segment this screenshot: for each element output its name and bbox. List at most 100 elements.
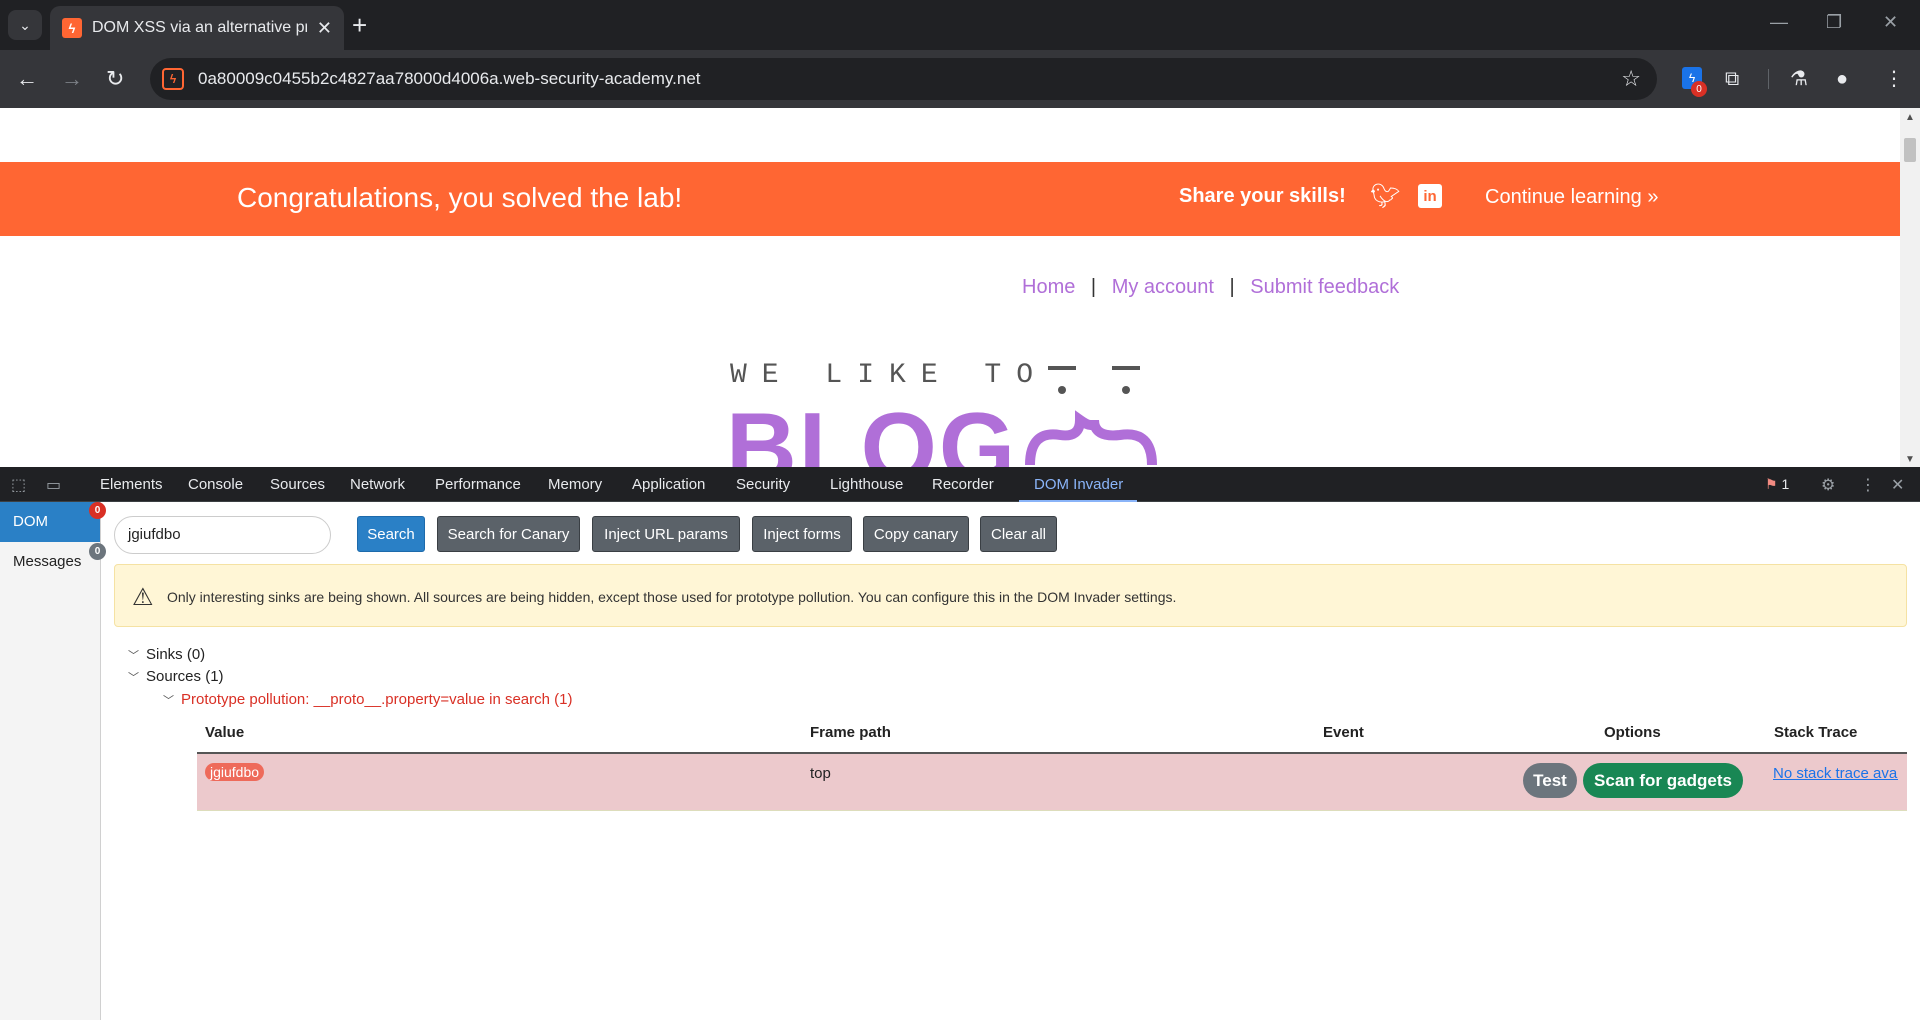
inject-forms-button[interactable]: Inject forms <box>752 516 852 552</box>
search-for-canary-button[interactable]: Search for Canary <box>437 516 580 552</box>
devtools-tab-network[interactable]: Network <box>350 476 405 493</box>
canary-value-pill: jgiufdbo <box>205 763 265 781</box>
tree-node-sources[interactable]: ﹀ Sources (1) <box>128 668 224 685</box>
devtools-menu-icon[interactable]: ⋮ <box>1860 475 1876 495</box>
tree-label: Sources (1) <box>146 668 224 685</box>
stack-trace-link[interactable]: No stack trace available <box>1773 765 1898 782</box>
site-info-icon[interactable]: ϟ <box>162 68 184 90</box>
canary-search-input[interactable]: jgiufdbo <box>114 516 331 554</box>
close-window-icon[interactable]: ✕ <box>1883 12 1898 33</box>
blog-logo-text: BLOG <box>726 392 1018 467</box>
browser-tab-active[interactable]: ϟ DOM XSS via an alternative prototype p… <box>50 6 344 50</box>
reload-icon[interactable]: ↻ <box>106 65 124 93</box>
continue-learning-link[interactable]: Continue learning » <box>1485 186 1658 209</box>
devtools-tab-lighthouse[interactable]: Lighthouse <box>830 476 903 493</box>
back-arrow-icon[interactable]: ← <box>16 65 38 93</box>
devtools-tab-console[interactable]: Console <box>188 476 243 493</box>
new-tab-plus-icon[interactable]: + <box>352 10 367 40</box>
dom-count-badge: 0 <box>89 502 106 519</box>
sidebar-item-label: DOM <box>13 513 48 530</box>
tree-label: Prototype pollution: __proto__.property=… <box>181 691 573 708</box>
warning-triangle-icon: ⚠ <box>132 584 154 611</box>
chevron-down-icon: ﹀ <box>163 695 174 707</box>
column-header-options: Options <box>1604 724 1661 741</box>
forward-arrow-icon[interactable]: → <box>61 65 83 93</box>
browser-toolbar: ← → ↻ ϟ 0a80009c0455b2c4827aa78000d4006a… <box>0 50 1920 108</box>
extension-count-badge: 0 <box>1691 81 1707 97</box>
sinks-filter-alert: ⚠ Only interesting sinks are being shown… <box>114 564 1907 627</box>
issues-counter[interactable]: ⚑ 1 <box>1765 476 1789 493</box>
devtools-close-icon[interactable]: ✕ <box>1891 475 1904 495</box>
inspect-element-icon[interactable]: ⬚ <box>11 475 26 495</box>
extensions-puzzle-icon[interactable]: ⧉ <box>1725 66 1739 92</box>
devtools-tab-performance[interactable]: Performance <box>435 476 521 493</box>
devtools-settings-gear-icon[interactable]: ⚙ <box>1821 475 1835 495</box>
browser-menu-icon[interactable]: ⋮ <box>1884 66 1904 92</box>
lab-favicon-icon: ϟ <box>62 18 82 38</box>
inject-url-params-button[interactable]: Inject URL params <box>592 516 740 552</box>
restore-icon[interactable]: ❐ <box>1826 12 1842 33</box>
page-viewport: Congratulations, you solved the lab! Sha… <box>0 108 1900 467</box>
page-scrollbar[interactable]: ▲ ▼ <box>1900 108 1920 467</box>
chevron-down-icon: ﹀ <box>128 650 139 662</box>
devtools-tab-sources[interactable]: Sources <box>270 476 325 493</box>
table-row: jgiufdbo top Test Scan for gadgets No st… <box>197 754 1907 811</box>
dom-invader-panel: DOM 0 Messages 0 jgiufdbo Search Search … <box>0 502 1920 1020</box>
profile-avatar-icon[interactable]: ● <box>1836 66 1848 92</box>
tree-node-sinks[interactable]: ﹀ Sinks (0) <box>128 646 205 663</box>
issue-flag-icon: ⚑ <box>1765 476 1778 492</box>
chevron-down-icon: ﹀ <box>128 672 139 684</box>
nav-submit-feedback-link[interactable]: Submit feedback <box>1250 276 1399 298</box>
nav-home-link[interactable]: Home <box>1022 276 1075 298</box>
sidebar-item-label: Messages <box>13 553 82 570</box>
labs-flask-icon[interactable]: ⚗ <box>1790 66 1808 92</box>
issues-count: 1 <box>1781 476 1790 492</box>
devtools-tab-dom-invader[interactable]: DOM Invader <box>1034 476 1123 493</box>
minimize-icon[interactable]: — <box>1770 12 1788 33</box>
column-header-event: Event <box>1323 724 1364 741</box>
devtools-tab-application[interactable]: Application <box>632 476 705 493</box>
stack-trace-link-text: No stack trace available <box>1773 765 1898 782</box>
blog-logo-face-icon <box>1025 366 1157 466</box>
site-nav: Home | My account | Submit feedback <box>1022 276 1399 299</box>
blog-logo-tagline: WE LIKE TO <box>730 360 1049 391</box>
tree-label: Sinks (0) <box>146 646 206 663</box>
devtools-tab-security[interactable]: Security <box>736 476 790 493</box>
browser-tab-bar: ⌄ ϟ DOM XSS via an alternative prototype… <box>0 0 1920 50</box>
column-header-frame-path: Frame path <box>810 724 891 741</box>
scroll-thumb[interactable] <box>1904 138 1916 162</box>
alert-text: Only interesting sinks are being shown. … <box>167 589 1177 605</box>
sidebar-item-dom[interactable]: DOM <box>0 502 100 542</box>
devtools-tab-recorder[interactable]: Recorder <box>932 476 994 493</box>
twitter-icon[interactable]: 🐦︎ <box>1370 182 1400 211</box>
tab-close-icon[interactable]: ✕ <box>317 18 332 39</box>
test-button[interactable]: Test <box>1523 763 1577 798</box>
tree-node-prototype-pollution[interactable]: ﹀ Prototype pollution: __proto__.property… <box>163 691 573 708</box>
devtools-tab-elements[interactable]: Elements <box>100 476 163 493</box>
tab-search-chevron-icon[interactable]: ⌄ <box>8 10 42 40</box>
linkedin-icon[interactable]: in <box>1418 184 1442 208</box>
scroll-up-arrow-icon[interactable]: ▲ <box>1905 112 1915 123</box>
device-toolbar-icon[interactable]: ▭ <box>46 475 61 495</box>
scan-for-gadgets-button[interactable]: Scan for gadgets <box>1583 763 1743 798</box>
solved-message: Congratulations, you solved the lab! <box>237 182 683 213</box>
clear-all-button[interactable]: Clear all <box>980 516 1057 552</box>
nav-my-account-link[interactable]: My account <box>1112 276 1214 298</box>
dom-invader-sidebar: DOM 0 Messages 0 <box>0 502 106 1020</box>
nav-separator: | <box>1090 276 1097 298</box>
tab-title: DOM XSS via an alternative prototype pol… <box>92 19 307 36</box>
double-chevron-icon: » <box>1647 186 1659 208</box>
address-bar[interactable]: ϟ 0a80009c0455b2c4827aa78000d4006a.web-s… <box>150 58 1657 100</box>
scroll-down-arrow-icon[interactable]: ▼ <box>1905 454 1915 465</box>
url-text: 0a80009c0455b2c4827aa78000d4006a.web-sec… <box>198 69 701 88</box>
devtools-tab-bar: ⬚ ▭ Elements Console Sources Network Per… <box>0 467 1920 502</box>
nav-separator: | <box>1229 276 1235 298</box>
share-skills-label: Share your skills! <box>1179 185 1346 207</box>
sources-table-header: Value Frame path Event Options Stack Tra… <box>197 716 1907 754</box>
bookmark-star-icon[interactable]: ☆ <box>1621 66 1641 92</box>
search-button[interactable]: Search <box>357 516 425 552</box>
copy-canary-button[interactable]: Copy canary <box>863 516 969 552</box>
continue-learning-label: Continue learning <box>1485 186 1642 208</box>
devtools-tab-memory[interactable]: Memory <box>548 476 602 493</box>
sidebar-item-messages[interactable]: Messages <box>0 542 100 582</box>
